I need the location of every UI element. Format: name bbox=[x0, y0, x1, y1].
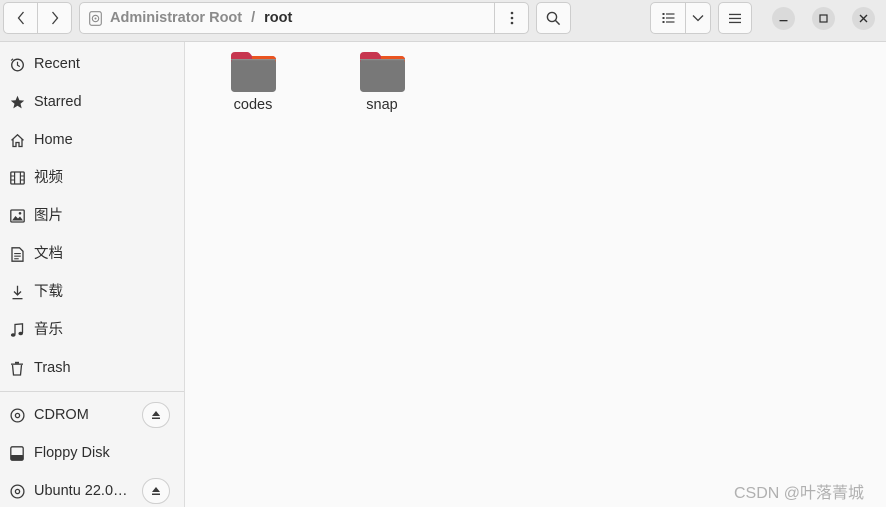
file-name: snap bbox=[366, 97, 398, 113]
sidebar-item-label: Trash bbox=[34, 360, 71, 376]
root-disk-icon bbox=[89, 10, 102, 26]
path-crumb-root[interactable]: Administrator Root bbox=[110, 10, 242, 26]
header-bar: Administrator Root / root bbox=[0, 0, 886, 42]
sidebar-item-label: 文档 bbox=[34, 246, 63, 262]
sidebar-item-home[interactable]: Home bbox=[0, 123, 184, 157]
sidebar-item-pictures[interactable]: 图片 bbox=[0, 199, 184, 233]
sidebar-item-label: 视频 bbox=[34, 170, 63, 186]
back-button[interactable] bbox=[3, 2, 38, 34]
sidebar-item-videos[interactable]: 视频 bbox=[0, 161, 184, 195]
hamburger-menu-icon bbox=[729, 13, 741, 23]
vertical-dots-icon bbox=[510, 11, 513, 25]
file-item-snap[interactable]: snap bbox=[342, 50, 422, 120]
sidebar-item-label: Starred bbox=[34, 94, 82, 110]
sidebar-item-label: 音乐 bbox=[34, 322, 63, 338]
sidebar-divider bbox=[0, 391, 184, 392]
drive-icon bbox=[9, 445, 25, 461]
main-menu-button[interactable] bbox=[718, 2, 752, 34]
clock-icon bbox=[9, 56, 25, 72]
path-crumb-current[interactable]: root bbox=[264, 10, 292, 26]
sidebar-item-cdrom[interactable]: CDROM bbox=[0, 398, 184, 432]
film-icon bbox=[9, 170, 25, 186]
search-icon bbox=[546, 11, 561, 25]
forward-button[interactable] bbox=[37, 2, 72, 34]
chevron-right-icon bbox=[51, 11, 58, 25]
search-button[interactable] bbox=[536, 2, 571, 34]
minimize-icon bbox=[779, 20, 788, 22]
disc-icon bbox=[9, 483, 25, 499]
list-view-button[interactable] bbox=[650, 2, 686, 34]
sidebar-item-documents[interactable]: 文档 bbox=[0, 237, 184, 271]
path-separator: / bbox=[251, 10, 256, 26]
sidebar-item-label: Ubuntu 22.0… bbox=[34, 483, 128, 499]
sidebar-item-label: Recent bbox=[34, 56, 80, 72]
folder-icon bbox=[231, 52, 276, 92]
trash-icon bbox=[9, 360, 25, 376]
file-view[interactable]: codes snap bbox=[185, 42, 886, 507]
folder-icon bbox=[360, 52, 405, 92]
path-menu-button[interactable] bbox=[494, 2, 529, 34]
sidebar-item-recent[interactable]: Recent bbox=[0, 47, 184, 81]
close-icon bbox=[859, 14, 868, 23]
home-icon bbox=[9, 132, 25, 148]
eject-button[interactable] bbox=[142, 402, 170, 428]
chevron-left-icon bbox=[17, 11, 24, 25]
list-view-icon bbox=[662, 13, 674, 23]
picture-icon bbox=[9, 208, 25, 224]
watermark: CSDN @叶落菁城 bbox=[734, 485, 865, 502]
sidebar-item-downloads[interactable]: 下载 bbox=[0, 275, 184, 309]
sidebar-item-label: Floppy Disk bbox=[34, 445, 110, 461]
eject-icon bbox=[152, 411, 160, 419]
disc-icon bbox=[9, 407, 25, 423]
download-icon bbox=[9, 284, 25, 300]
file-item-codes[interactable]: codes bbox=[213, 50, 293, 120]
music-icon bbox=[9, 322, 25, 338]
sidebar-item-floppy-disk[interactable]: Floppy Disk bbox=[0, 436, 184, 470]
sidebar-item-trash[interactable]: Trash bbox=[0, 351, 184, 385]
document-icon bbox=[9, 246, 25, 262]
view-options-button[interactable] bbox=[685, 2, 711, 34]
chevron-down-icon bbox=[692, 15, 704, 22]
sidebar-item-label: 图片 bbox=[34, 208, 63, 224]
minimize-button[interactable] bbox=[772, 7, 795, 30]
file-name: codes bbox=[233, 97, 273, 113]
sidebar-item-music[interactable]: 音乐 bbox=[0, 313, 184, 347]
maximize-icon bbox=[819, 14, 828, 23]
sidebar-item-label: 下载 bbox=[34, 284, 63, 300]
eject-button[interactable] bbox=[142, 478, 170, 504]
sidebar-item-label: CDROM bbox=[34, 407, 89, 423]
sidebar-item-ubuntu-disc[interactable]: Ubuntu 22.0… bbox=[0, 474, 184, 507]
star-icon bbox=[9, 94, 25, 110]
sidebar: Recent Starred Home 视频 图片 文档 下载 音乐 Trash… bbox=[0, 42, 185, 507]
close-button[interactable] bbox=[852, 7, 875, 30]
eject-icon bbox=[152, 487, 160, 495]
sidebar-item-starred[interactable]: Starred bbox=[0, 85, 184, 119]
sidebar-item-label: Home bbox=[34, 132, 73, 148]
path-bar[interactable]: Administrator Root / root bbox=[79, 2, 495, 34]
maximize-button[interactable] bbox=[812, 7, 835, 30]
